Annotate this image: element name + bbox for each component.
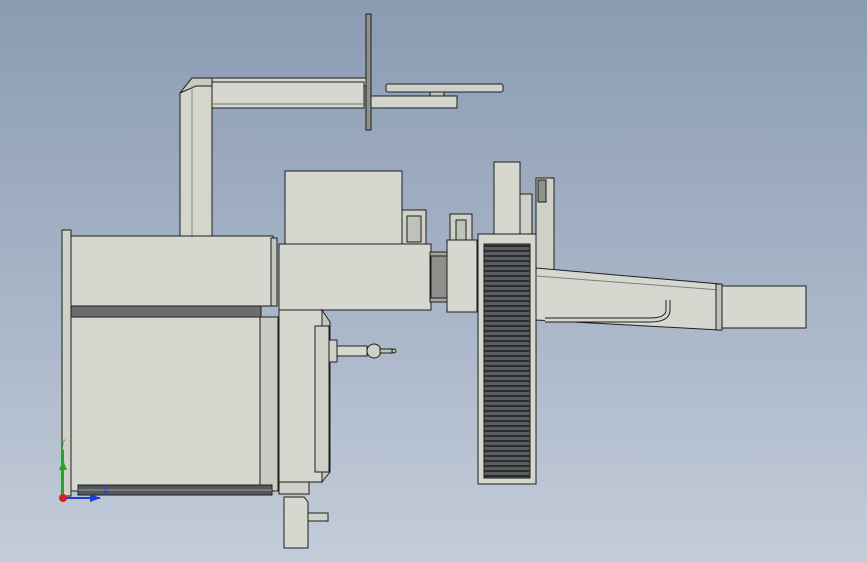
arm-end-plate	[365, 13, 504, 131]
left-housing	[61, 229, 279, 497]
machine-model[interactable]	[0, 0, 867, 562]
bottom-pedal	[283, 496, 329, 549]
probe-pin	[328, 339, 397, 363]
motor-block	[278, 170, 451, 495]
graphics-viewport[interactable]: Y Z	[0, 0, 867, 562]
triad-y-label: Y	[60, 439, 66, 449]
radiator-tower	[477, 161, 537, 485]
triad-x-axis	[59, 494, 67, 502]
coupling-block	[446, 213, 478, 313]
triad-z-label: Z	[103, 486, 110, 496]
right-tube-assembly	[535, 177, 807, 331]
